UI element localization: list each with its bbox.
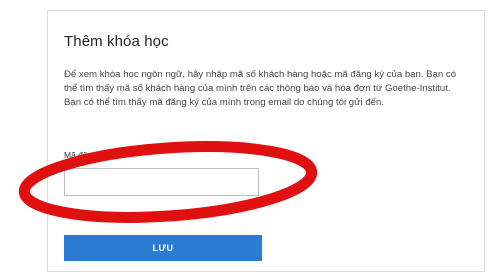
page: Thêm khóa học Để xem khóa học ngôn ngữ, … [0,0,495,280]
page-title: Thêm khóa học [64,33,169,50]
registration-code-input[interactable] [64,168,259,196]
registration-code-label: Mã đăng kí: [64,150,109,160]
instruction-text: Để xem khóa học ngôn ngữ, hãy nhập mã số… [64,69,457,108]
save-button[interactable]: LƯU [64,235,262,261]
